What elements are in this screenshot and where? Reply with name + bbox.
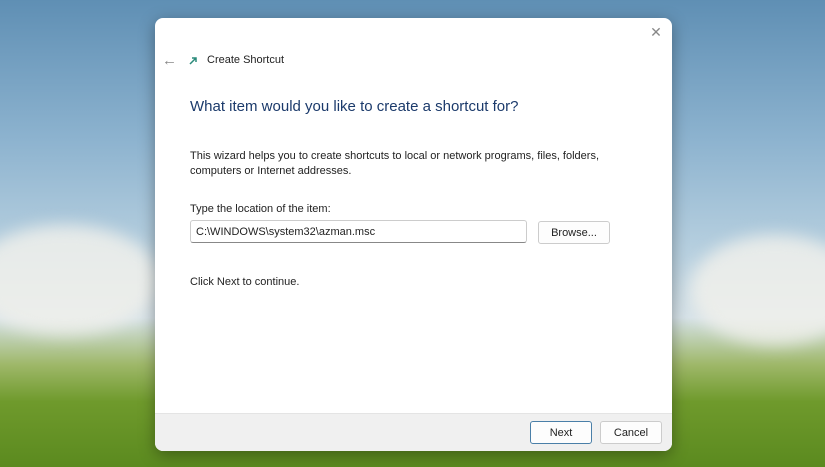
- location-input[interactable]: [190, 220, 527, 243]
- cloud: [0, 225, 160, 335]
- page-heading: What item would you like to create a sho…: [190, 98, 519, 115]
- back-arrow-icon[interactable]: ←: [162, 52, 177, 69]
- cancel-button[interactable]: Cancel: [600, 421, 662, 444]
- wizard-description: This wizard helps you to create shortcut…: [190, 150, 600, 177]
- cloud: [690, 235, 825, 345]
- location-label: Type the location of the item:: [190, 203, 331, 215]
- shortcut-icon: [189, 57, 197, 65]
- window-title: Create Shortcut: [207, 54, 285, 66]
- continue-text: Click Next to continue.: [190, 276, 300, 288]
- create-shortcut-dialog: ✕ ← Create Shortcut What item would you …: [155, 18, 672, 451]
- next-button[interactable]: Next: [530, 421, 592, 444]
- dialog-footer: Next Cancel: [155, 413, 672, 451]
- close-icon[interactable]: ✕: [648, 24, 664, 40]
- browse-button[interactable]: Browse...: [538, 221, 610, 244]
